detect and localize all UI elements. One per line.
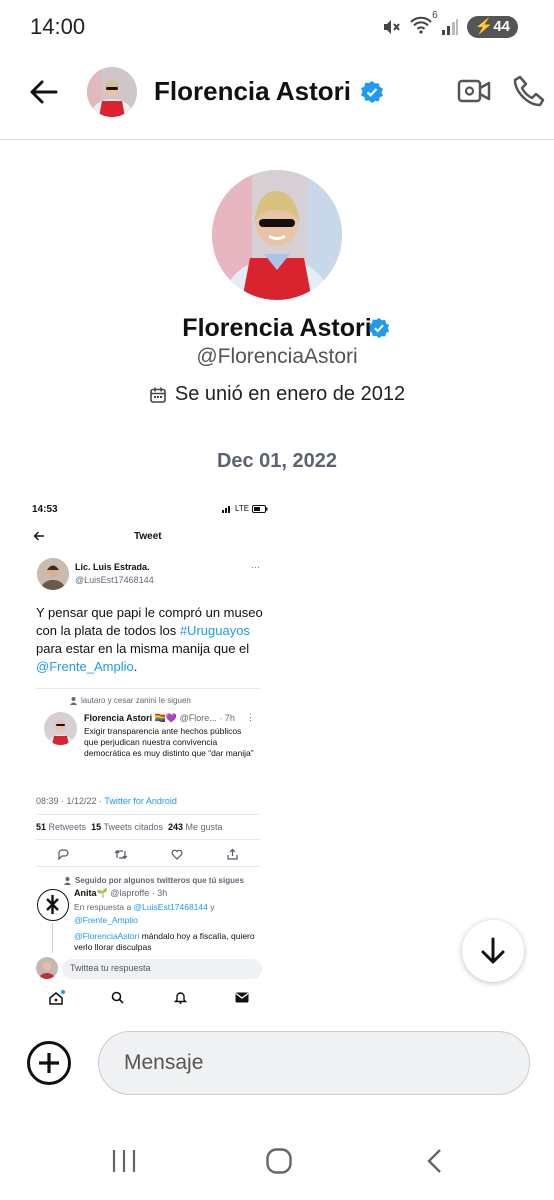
shot-timestamp: 08:39 · 1/12/22 · Twitter for Android [36,796,177,806]
shot-like-icon [171,849,183,860]
shot-divider [36,866,260,867]
shot-status-icons: LTE [222,504,268,513]
shot-author-avatar [37,558,69,590]
shot-quote-avatar [44,712,77,745]
scroll-to-bottom-button[interactable] [462,920,524,982]
date-separator: Dec 01, 2022 [216,450,338,472]
message-placeholder: Mensaje [124,1051,204,1074]
shot-status-time: 14:53 [32,504,58,515]
battery-level: 44 [493,18,510,35]
header-divider [0,139,554,140]
shot-reply-to-2: @Frente_Amplio [74,915,138,925]
video-call-icon[interactable] [457,76,491,106]
person-icon [64,876,71,885]
shot-compose-input: Twittea tu respuesta [62,959,262,979]
shot-bell-icon [174,992,187,1004]
shot-stats: 51 Retweets 15 Tweets citados 243 Me gus… [36,822,223,832]
add-attachment-icon[interactable] [26,1040,72,1086]
shot-battery-icon [252,504,268,513]
wifi-icon: 6 [409,10,438,40]
shot-reply-text: @FlorenciaAstori mándalo hoy a fiscalía,… [74,931,255,952]
person-icon [70,696,77,705]
joined-text: Se unió en enero de 2012 [174,383,406,405]
calendar-icon [150,387,166,403]
arrow-down-icon [481,937,505,964]
profile-avatar[interactable] [212,170,342,300]
shot-reply-avatar [37,889,69,921]
shot-tweet-text: Y pensar que papi le compró un museo con… [36,605,263,674]
shot-thread-line [52,923,53,953]
status-time: 14:00 [30,14,86,39]
shot-search-icon [111,991,124,1004]
shot-quote-context: lautaro y cesar zanini le siguen [70,696,191,705]
verified-badge-icon [368,317,390,339]
shared-tweet-screenshot[interactable]: 14:53 LTE Tweet Lic. Luis Estrada. @Luis… [24,494,274,1014]
back-arrow-icon[interactable] [26,74,62,110]
joined-date-row: Se unió en enero de 2012 [0,383,554,406]
profile-name: Florencia Astori [182,314,372,342]
shot-network: LTE [235,504,250,513]
shot-author-handle: @LuisEst17468144 [75,575,154,585]
wifi-badge: 6 [432,9,438,21]
shot-reply-header: Anita🌱 @laproffe · 3h [74,888,168,898]
shot-quote-text: Exigir transparencia ante hechos público… [84,726,254,758]
signal-icon [441,19,458,35]
shot-quote-more-icon: ⋮ [246,712,255,722]
shot-divider [36,688,260,689]
profile-handle: @FlorenciaAstori [196,345,358,368]
shot-divider [36,814,260,815]
shot-back-arrow-icon [33,531,44,541]
shot-reply-icon [58,849,69,860]
recent-apps-icon[interactable] [110,1147,138,1175]
status-icons: 6 ⚡44 [381,10,518,40]
shot-share-icon [227,848,238,860]
header-contact-name[interactable]: Florencia Astori [154,76,351,107]
shot-quote-header: Florencia Astori 🏳️‍🌈💜 @Flore... · 7h [84,713,235,723]
header-avatar[interactable] [87,67,137,117]
battery-indicator: ⚡44 [466,16,518,38]
shot-signal-icon [222,505,230,513]
shot-notification-dot [61,990,65,994]
back-icon[interactable] [422,1147,450,1175]
shot-mail-icon [235,992,249,1003]
shot-retweet-icon [114,850,128,859]
home-icon[interactable] [265,1147,293,1175]
phone-call-icon[interactable] [512,74,546,108]
shot-author-name: Lic. Luis Estrada. [75,562,150,572]
shot-home-icon [49,992,63,1005]
shot-reply-context: Seguido por algunos twitteros que tú sig… [64,876,244,885]
verified-badge-icon [361,81,383,103]
shot-divider [36,839,260,840]
shot-reply-to: En respuesta a @LuisEst17468144 y [74,902,215,912]
mute-icon [383,20,400,34]
shot-more-icon: ··· [251,562,260,572]
shot-compose-avatar [36,957,58,979]
shot-title: Tweet [134,531,162,542]
